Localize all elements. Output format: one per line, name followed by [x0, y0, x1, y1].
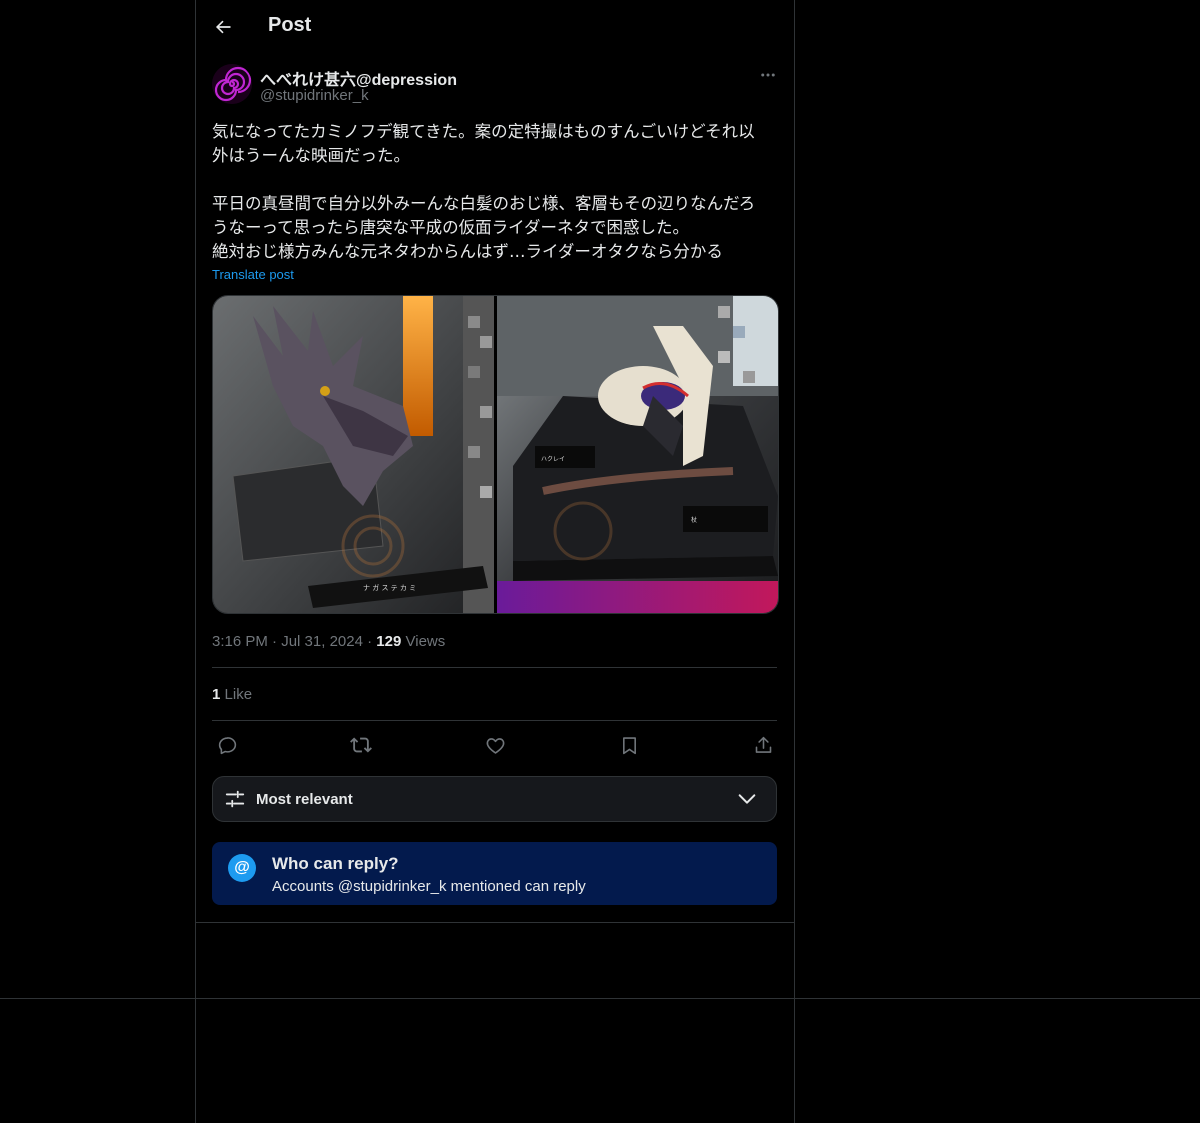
right-column-border: [794, 0, 795, 1123]
reply-icon: [218, 736, 236, 754]
at-sign-icon: @: [228, 854, 256, 882]
sliders-icon: [225, 790, 245, 808]
reply-restriction-subtitle: Accounts @stupidrinker_k mentioned can r…: [272, 878, 586, 895]
bookmark-icon: [622, 736, 636, 754]
likes-link[interactable]: 1 Like: [212, 686, 252, 703]
repost-button[interactable]: [345, 729, 377, 761]
post-media[interactable]: ナ ガ ス テ カ ミ ハクレイ 杖: [212, 295, 779, 614]
reply-button[interactable]: [211, 729, 243, 761]
views-count: 129: [376, 633, 402, 650]
meta-separator: ·: [367, 633, 373, 650]
views-label: Views: [405, 633, 446, 650]
post-date[interactable]: Jul 31, 2024: [281, 633, 363, 650]
white-creature-photo: ハクレイ 杖: [497, 296, 778, 613]
svg-text:ナ ガ ス テ カ ミ: ナ ガ ス テ カ ミ: [363, 583, 416, 592]
post-text-line: 外はうーんな映画だった。: [212, 146, 410, 165]
share-button[interactable]: [747, 729, 779, 761]
repost-icon: [350, 737, 372, 753]
media-images: ナ ガ ス テ カ ミ ハクレイ 杖: [213, 296, 778, 613]
divider: [212, 720, 777, 721]
bookmark-button[interactable]: [613, 729, 645, 761]
share-icon: [755, 736, 771, 753]
likes-count: 1: [212, 686, 221, 703]
likes-label: Like: [224, 686, 253, 703]
post-text-line: 平日の真昼間で自分以外みーんな白髪のおじ様、客層もその辺りなんだろ: [212, 194, 756, 213]
post-bottom-divider: [195, 922, 795, 923]
post-meta: 3:16 PM · Jul 31, 2024 · 129 Views: [212, 633, 445, 650]
svg-text:杖: 杖: [691, 516, 697, 524]
sort-replies-dropdown[interactable]: Most relevant: [212, 776, 777, 822]
back-arrow-icon: [215, 20, 231, 34]
reply-restriction-notice: @ Who can reply? Accounts @stupidrinker_…: [212, 842, 777, 905]
more-dots-icon: [761, 73, 775, 77]
spiral-avatar-image: [212, 64, 252, 104]
page-title: Post: [268, 14, 312, 36]
translate-post-link[interactable]: Translate post: [212, 267, 294, 282]
divider: [212, 667, 777, 668]
author-handle[interactable]: @stupidrinker_k: [260, 87, 369, 104]
left-column-border: [195, 0, 196, 1123]
post-text: 気になってたカミノフデ観てきた。案の定特撮はものすんごいけどそれ以 外はうーんな…: [212, 120, 782, 264]
post-time[interactable]: 3:16 PM: [212, 633, 268, 650]
svg-text:ハクレイ: ハクレイ: [541, 456, 565, 463]
chevron-down-icon: [738, 794, 756, 804]
avatar[interactable]: [212, 64, 252, 104]
sort-label: Most relevant: [256, 790, 353, 808]
dragon-head-photo: ナ ガ ス テ カ ミ: [213, 296, 494, 613]
post-text-line: 気になってたカミノフデ観てきた。案の定特撮はものすんごいけどそれ以: [212, 122, 755, 141]
back-button[interactable]: [208, 12, 238, 42]
like-icon: [486, 737, 504, 754]
more-options-button[interactable]: [754, 64, 782, 86]
post-text-line: 絶対おじ様方みんな元ネタわからんはず…ライダーオタクなら分かる: [212, 242, 723, 261]
reply-restriction-title: Who can reply?: [272, 854, 399, 873]
like-button[interactable]: [479, 729, 511, 761]
meta-separator: ·: [272, 633, 278, 650]
post-text-line: うなーって思ったら唐突な平成の仮面ライダーネタで困惑した。: [212, 218, 690, 237]
page-divider: [0, 998, 1200, 999]
